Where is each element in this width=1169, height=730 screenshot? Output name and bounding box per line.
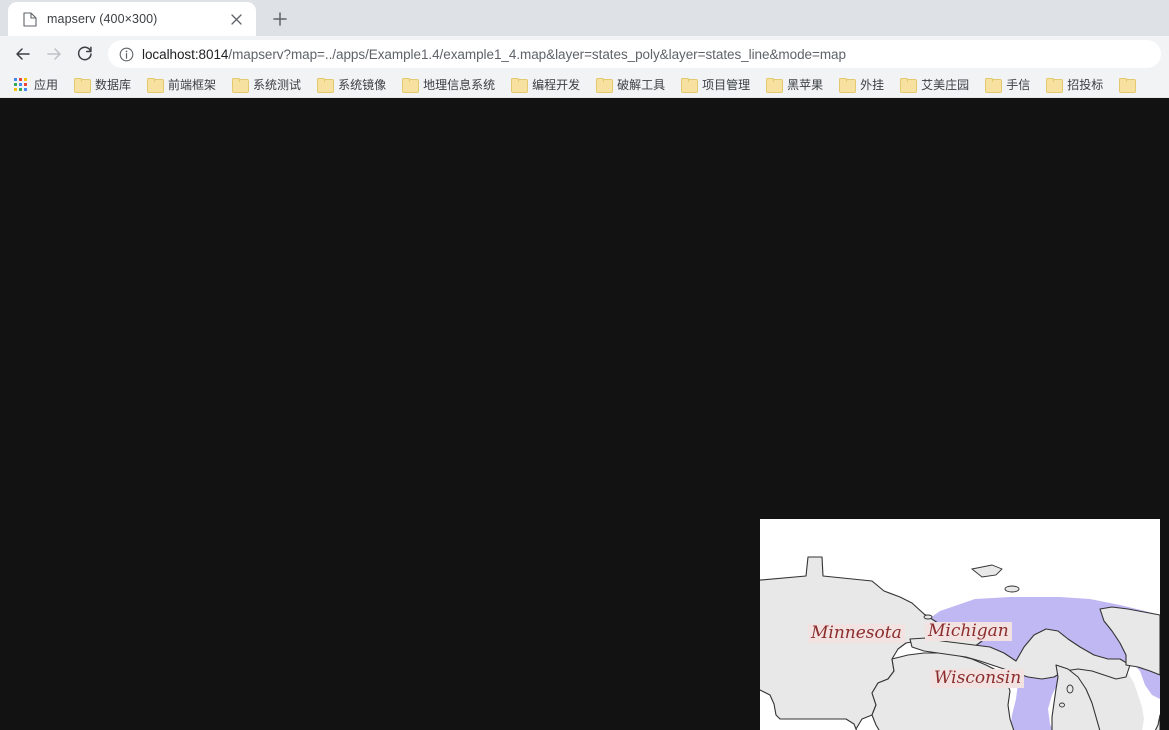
bookmark-label: 黑苹果 [787, 78, 824, 92]
tab-title: mapserv (400×300) [47, 12, 158, 26]
bookmark-folder-2[interactable]: 前端框架 [140, 73, 223, 96]
bookmark-folder-9[interactable]: 黑苹果 [759, 73, 830, 96]
bookmark-folder-4[interactable]: 系统镜像 [310, 73, 393, 96]
tab-strip: mapserv (400×300) [0, 0, 1169, 36]
bookmark-apps[interactable]: 应用 [6, 73, 65, 96]
map-label-wisconsin: Wisconsin [931, 669, 1025, 688]
bookmark-label: 地理信息系统 [423, 78, 496, 92]
bookmark-label: 应用 [34, 78, 59, 92]
bookmark-folder-5[interactable]: 地理信息系统 [395, 73, 502, 96]
new-tab-button[interactable] [266, 5, 294, 33]
bookmark-label: 数据库 [95, 78, 132, 92]
forward-button[interactable] [39, 39, 69, 69]
site-info-icon[interactable] [118, 46, 134, 62]
folder-icon [511, 77, 529, 93]
folder-icon [402, 77, 420, 93]
bookmark-folder-1[interactable]: 数据库 [67, 73, 138, 96]
address-bar[interactable]: localhost:8014/mapserv?map=../apps/Examp… [108, 40, 1161, 68]
page-icon [22, 11, 38, 27]
folder-icon [596, 77, 614, 93]
map-label-michigan-upper: Michigan [925, 622, 1012, 641]
apps-grid-icon [13, 77, 28, 92]
bookmark-folder-13[interactable]: 招投标 [1039, 73, 1110, 96]
folder-icon [1119, 77, 1137, 93]
bookmark-label: 系统镜像 [338, 78, 387, 92]
map-label-minnesota: Minnesota [808, 624, 905, 643]
folder-icon [147, 77, 165, 93]
mapserver-map-image[interactable]: Minnesota Michigan Wisconsin Michigan [760, 519, 1160, 730]
bookmark-folder-10[interactable]: 外挂 [832, 73, 891, 96]
bookmark-folder-8[interactable]: 项目管理 [674, 73, 757, 96]
url-text: localhost:8014/mapserv?map=../apps/Examp… [142, 47, 846, 62]
url-host: localhost:8014 [142, 46, 229, 62]
bookmark-folder-14[interactable] [1112, 75, 1141, 95]
bookmark-folder-11[interactable]: 艾美庄园 [893, 73, 976, 96]
bookmarks-bar: 应用 数据库 前端框架 系统测试 系统镜像 地理信息系统 编程开发 破解工具 项… [0, 72, 1169, 98]
bookmark-folder-3[interactable]: 系统测试 [225, 73, 308, 96]
navigation-toolbar: localhost:8014/mapserv?map=../apps/Examp… [0, 36, 1169, 72]
bookmark-label: 前端框架 [168, 78, 217, 92]
folder-icon [839, 77, 857, 93]
bookmark-label: 外挂 [860, 78, 885, 92]
bookmark-label: 破解工具 [617, 78, 666, 92]
folder-icon [232, 77, 250, 93]
url-path: /mapserv?map=../apps/Example1.4/example1… [228, 46, 846, 62]
close-icon[interactable] [226, 9, 246, 29]
bookmark-label: 系统测试 [253, 78, 302, 92]
bookmark-folder-6[interactable]: 编程开发 [504, 73, 587, 96]
bookmark-label: 项目管理 [702, 78, 751, 92]
back-button[interactable] [8, 39, 38, 69]
folder-icon [900, 77, 918, 93]
bookmark-label: 艾美庄园 [921, 78, 970, 92]
page-viewport: Minnesota Michigan Wisconsin Michigan [0, 98, 1169, 730]
bookmark-folder-7[interactable]: 破解工具 [589, 73, 672, 96]
folder-icon [74, 77, 92, 93]
folder-icon [985, 77, 1003, 93]
bookmark-folder-12[interactable]: 手信 [978, 73, 1037, 96]
browser-window: mapserv (400×300) localhost:8014/mapserv… [0, 0, 1169, 730]
folder-icon [317, 77, 335, 93]
folder-icon [681, 77, 699, 93]
reload-button[interactable] [70, 39, 100, 69]
bookmark-label: 手信 [1006, 78, 1031, 92]
bookmark-label: 招投标 [1067, 78, 1104, 92]
bookmark-label: 编程开发 [532, 78, 581, 92]
folder-icon [1046, 77, 1064, 93]
folder-icon [766, 77, 784, 93]
tab-mapserv[interactable]: mapserv (400×300) [8, 2, 256, 36]
